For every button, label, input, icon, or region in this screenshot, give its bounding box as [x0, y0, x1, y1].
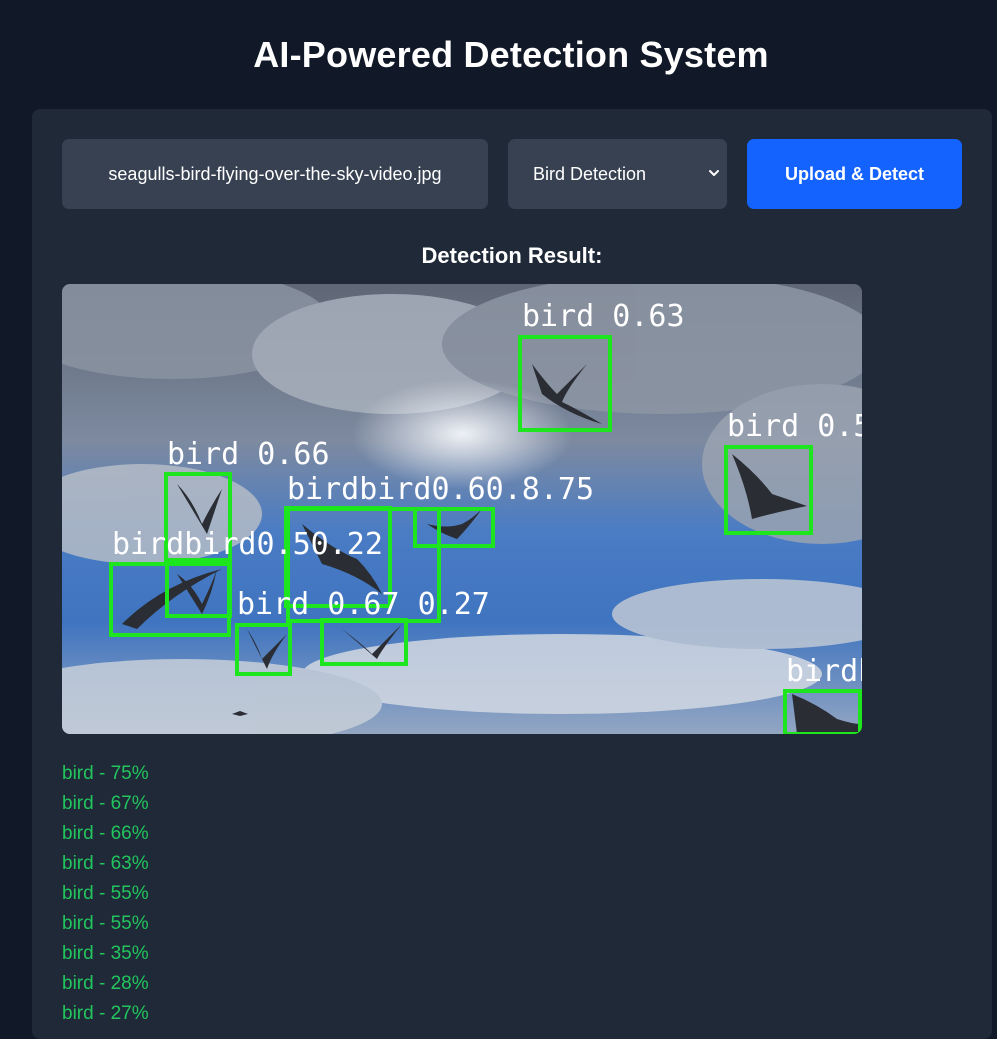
detection-label: bird 0.5 — [727, 409, 862, 444]
model-select[interactable]: Bird Detection — [508, 139, 727, 209]
detection-item: bird - 55% — [62, 913, 149, 934]
detection-item: bird - 28% — [62, 973, 149, 994]
detection-label: bird 0.63 — [522, 299, 685, 334]
detection-panel: seagulls-bird-flying-over-the-sky-video.… — [32, 109, 992, 1039]
annotated-photo: bird 0.63 bird 0.5 bird 0.66 birdbird0.6… — [62, 284, 862, 734]
detection-item: bird - 35% — [62, 943, 149, 964]
detection-label: birdb — [786, 654, 862, 689]
file-input[interactable]: seagulls-bird-flying-over-the-sky-video.… — [62, 139, 488, 209]
detection-item: bird - 67% — [62, 793, 149, 814]
detection-item: bird - 27% — [62, 1003, 149, 1024]
upload-detect-label: Upload & Detect — [784, 163, 925, 184]
detection-item: bird - 55% — [62, 883, 149, 904]
file-name: seagulls-bird-flying-over-the-sky-video.… — [108, 163, 442, 184]
detection-label: birdbird0.50.22 — [112, 527, 383, 562]
chevron-down-icon — [709, 170, 719, 176]
detection-item: bird - 63% — [62, 853, 149, 874]
detection-label: bird 0.67 0.27 — [237, 587, 490, 622]
detection-label: bird 0.66 — [167, 437, 330, 472]
detection-item: bird - 66% — [62, 823, 149, 844]
detection-list: bird - 75% bird - 67% bird - 66% bird - … — [62, 759, 149, 1029]
result-heading: Detection Result: — [421, 243, 603, 268]
detection-result-image: bird 0.63 bird 0.5 bird 0.66 birdbird0.6… — [62, 284, 862, 734]
upload-detect-button[interactable]: Upload & Detect — [747, 139, 962, 209]
page-title: AI-Powered Detection System — [253, 34, 769, 75]
model-select-value: Bird Detection — [533, 163, 647, 184]
detection-label: birdbird0.60.8.75 — [287, 472, 594, 507]
detection-item: bird - 75% — [62, 763, 149, 784]
